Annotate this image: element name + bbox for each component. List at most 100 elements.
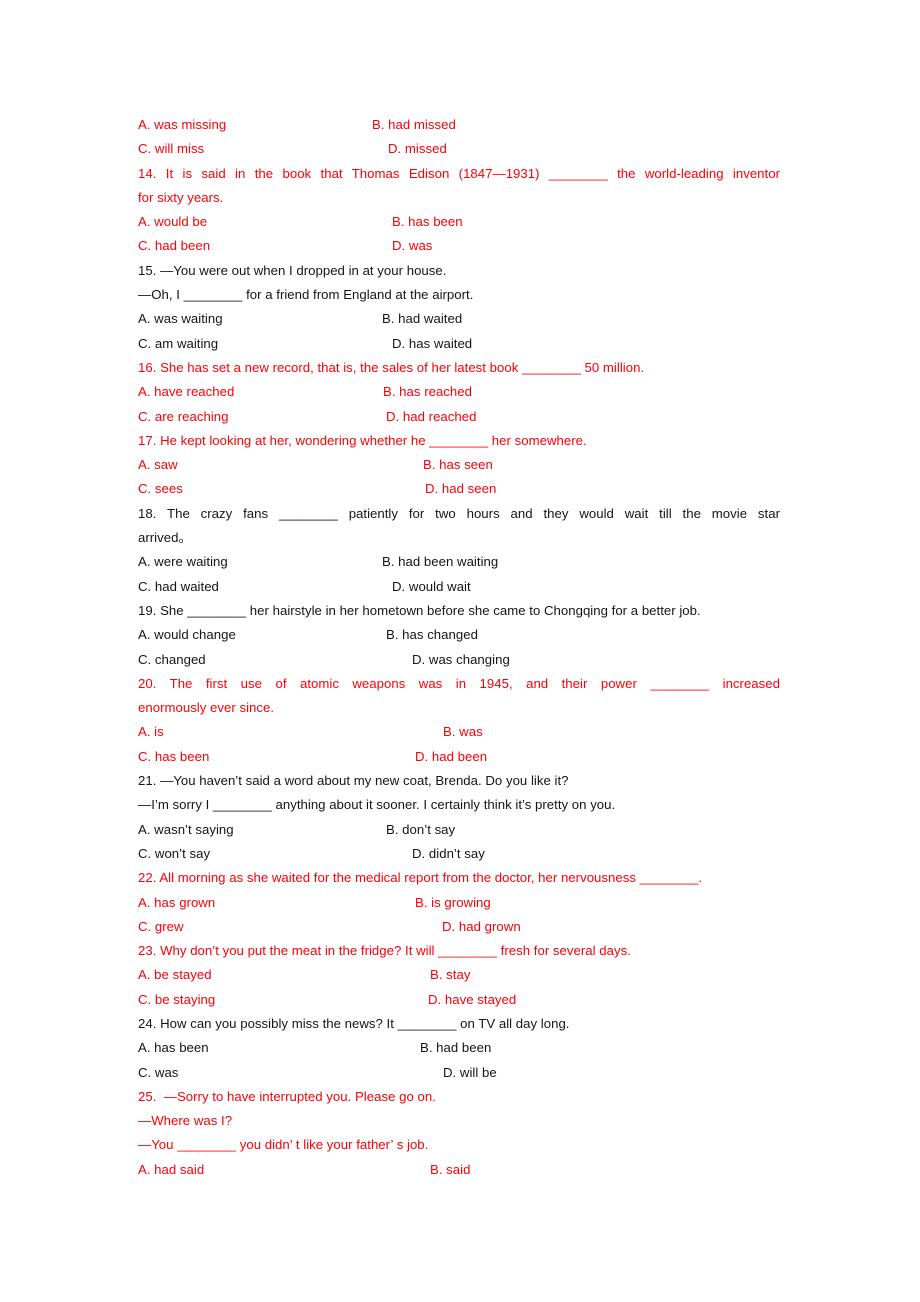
q21-opt-ab: A. wasn’t saying B. don’t say bbox=[138, 818, 780, 842]
q14-stem-2-text: for sixty years. bbox=[138, 189, 224, 205]
q25-opt-ab-left[interactable]: A. had said bbox=[138, 1158, 204, 1182]
q19-opt-cd-right[interactable]: D. was changing bbox=[412, 648, 510, 672]
q24-opt-ab-left[interactable]: A. has been bbox=[138, 1036, 209, 1060]
q23-opt-ab-right[interactable]: B. stay bbox=[430, 963, 470, 987]
q18-stem-1: 18. The crazy fans ________ patiently fo… bbox=[138, 502, 780, 526]
q13-opt-ac: A. was missing B. had missed bbox=[138, 113, 780, 137]
q18-stem-2-text: arrived。 bbox=[138, 530, 192, 546]
q23-stem-text: 23. Why don’t you put the meat in the fr… bbox=[138, 943, 631, 959]
q19-opt-cd: C. changed D. was changing bbox=[138, 648, 780, 672]
q22-stem-text: 22. All morning as she waited for the me… bbox=[138, 870, 703, 886]
q15-opt-cd: C. am waiting D. has waited bbox=[138, 332, 780, 356]
q13-opt-cd: C. will miss D. missed bbox=[138, 137, 780, 161]
q15-opt-ab: A. was waiting B. had waited bbox=[138, 307, 780, 331]
q13-opt-cd-left[interactable]: C. will miss bbox=[138, 137, 204, 161]
q22-opt-cd-right[interactable]: D. had grown bbox=[442, 915, 521, 939]
q16-opt-ab-right[interactable]: B. has reached bbox=[383, 380, 472, 404]
q21-opt-cd-right[interactable]: D. didn’t say bbox=[412, 842, 485, 866]
q25-stem-3-text: —You ________ you didn’ t like your fath… bbox=[138, 1137, 429, 1153]
q15-opt-ab-right[interactable]: B. had waited bbox=[382, 307, 462, 331]
q20-opt-ab-left[interactable]: A. is bbox=[138, 720, 164, 744]
q17-opt-cd: C. sees D. had seen bbox=[138, 477, 780, 501]
q24-stem: 24. How can you possibly miss the news? … bbox=[138, 1012, 780, 1036]
q20-stem-1-text: 20. The first use of atomic weapons was … bbox=[138, 675, 780, 691]
q21-stem-1: 21. —You haven’t said a word about my ne… bbox=[138, 769, 780, 793]
q21-stem-2-text: —I’m sorry I ________ anything about it … bbox=[138, 797, 616, 813]
q13-opt-ac-left[interactable]: A. was missing bbox=[138, 113, 226, 137]
q13-opt-ac-right[interactable]: B. had missed bbox=[372, 113, 456, 137]
q18-opt-cd-left[interactable]: C. had waited bbox=[138, 575, 219, 599]
q20-opt-ab-right[interactable]: B. was bbox=[443, 720, 483, 744]
q16-opt-cd-right[interactable]: D. had reached bbox=[386, 405, 476, 429]
q18-opt-ab: A. were waiting B. had been waiting bbox=[138, 550, 780, 574]
q22-opt-ab-right[interactable]: B. is growing bbox=[415, 891, 491, 915]
q24-opt-cd-right[interactable]: D. will be bbox=[443, 1061, 497, 1085]
q24-opt-ab-right[interactable]: B. had been bbox=[420, 1036, 491, 1060]
q14-opt-cd-right[interactable]: D. was bbox=[392, 234, 432, 258]
q18-stem-1-text: 18. The crazy fans ________ patiently fo… bbox=[138, 505, 780, 521]
q14-opt-ab-right[interactable]: B. has been bbox=[392, 210, 463, 234]
q18-opt-cd-right[interactable]: D. would wait bbox=[392, 575, 471, 599]
q14-opt-cd-left[interactable]: C. had been bbox=[138, 234, 210, 258]
q17-opt-ab: A. saw B. has seen bbox=[138, 453, 780, 477]
q14-stem-2: for sixty years. bbox=[138, 186, 780, 210]
q14-opt-ab-left[interactable]: A. would be bbox=[138, 210, 207, 234]
q15-opt-ab-left[interactable]: A. was waiting bbox=[138, 307, 223, 331]
q16-stem-text: 16. She has set a new record, that is, t… bbox=[138, 359, 645, 375]
q13-opt-cd-right[interactable]: D. missed bbox=[388, 137, 447, 161]
q25-opt-ab-right[interactable]: B. said bbox=[430, 1158, 470, 1182]
q20-opt-ab: A. is B. was bbox=[138, 720, 780, 744]
q16-opt-ab-left[interactable]: A. have reached bbox=[138, 380, 234, 404]
q25-stem-2: —Where was I? bbox=[138, 1109, 780, 1133]
q16-opt-cd-left[interactable]: C. are reaching bbox=[138, 405, 228, 429]
q23-opt-cd-right[interactable]: D. have stayed bbox=[428, 988, 516, 1012]
q20-opt-cd-left[interactable]: C. has been bbox=[138, 745, 209, 769]
q22-opt-ab-left[interactable]: A. has grown bbox=[138, 891, 215, 915]
q24-opt-cd-left[interactable]: C. was bbox=[138, 1061, 178, 1085]
q23-opt-cd-left[interactable]: C. be staying bbox=[138, 988, 215, 1012]
q18-opt-ab-right[interactable]: B. had been waiting bbox=[382, 550, 498, 574]
q14-stem-1: 14. It is said in the book that Thomas E… bbox=[138, 162, 780, 186]
q22-stem: 22. All morning as she waited for the me… bbox=[138, 866, 780, 890]
q15-stem-1: 15. —You were out when I dropped in at y… bbox=[138, 259, 780, 283]
q20-stem-1: 20. The first use of atomic weapons was … bbox=[138, 672, 780, 696]
q23-opt-ab-left[interactable]: A. be stayed bbox=[138, 963, 212, 987]
q19-opt-ab-right[interactable]: B. has changed bbox=[386, 623, 478, 647]
q17-opt-cd-right[interactable]: D. had seen bbox=[425, 477, 496, 501]
q25-stem-1: 25. —Sorry to have interrupted you. Plea… bbox=[138, 1085, 780, 1109]
q22-opt-cd: C. grew D. had grown bbox=[138, 915, 780, 939]
q18-opt-cd: C. had waited D. would wait bbox=[138, 575, 780, 599]
q17-stem: 17. He kept looking at her, wondering wh… bbox=[138, 429, 780, 453]
q19-opt-cd-left[interactable]: C. changed bbox=[138, 648, 206, 672]
q20-stem-2-text: enormously ever since. bbox=[138, 700, 275, 716]
q23-stem: 23. Why don’t you put the meat in the fr… bbox=[138, 939, 780, 963]
q21-opt-ab-right[interactable]: B. don’t say bbox=[386, 818, 455, 842]
q17-opt-ab-right[interactable]: B. has seen bbox=[423, 453, 493, 477]
q21-opt-cd: C. won’t say D. didn’t say bbox=[138, 842, 780, 866]
q15-opt-cd-right[interactable]: D. has waited bbox=[392, 332, 472, 356]
q20-stem-2: enormously ever since. bbox=[138, 696, 780, 720]
q18-opt-ab-left[interactable]: A. were waiting bbox=[138, 550, 228, 574]
q19-stem: 19. She ________ her hairstyle in her ho… bbox=[138, 599, 780, 623]
q25-opt-ab: A. had said B. said bbox=[138, 1158, 780, 1182]
q23-opt-ab: A. be stayed B. stay bbox=[138, 963, 780, 987]
q21-opt-cd-left[interactable]: C. won’t say bbox=[138, 842, 210, 866]
q15-opt-cd-left[interactable]: C. am waiting bbox=[138, 332, 218, 356]
q24-opt-cd: C. was D. will be bbox=[138, 1061, 780, 1085]
q15-stem-2: —Oh, I ________ for a friend from Englan… bbox=[138, 283, 780, 307]
q18-stem-2: arrived。 bbox=[138, 526, 780, 550]
q17-opt-ab-left[interactable]: A. saw bbox=[138, 453, 178, 477]
q21-stem-2: —I’m sorry I ________ anything about it … bbox=[138, 793, 780, 817]
q17-opt-cd-left[interactable]: C. sees bbox=[138, 477, 183, 501]
q22-opt-cd-left[interactable]: C. grew bbox=[138, 915, 184, 939]
q16-opt-ab: A. have reached B. has reached bbox=[138, 380, 780, 404]
q24-opt-ab: A. has been B. had been bbox=[138, 1036, 780, 1060]
q20-opt-cd-right[interactable]: D. had been bbox=[415, 745, 487, 769]
q24-stem-text: 24. How can you possibly miss the news? … bbox=[138, 1015, 570, 1031]
q15-stem-2-text: —Oh, I ________ for a friend from Englan… bbox=[138, 287, 474, 303]
q21-opt-ab-left[interactable]: A. wasn’t saying bbox=[138, 818, 234, 842]
q15-stem-1-text: 15. —You were out when I dropped in at y… bbox=[138, 262, 447, 278]
q19-opt-ab-left[interactable]: A. would change bbox=[138, 623, 236, 647]
q16-opt-cd: C. are reaching D. had reached bbox=[138, 405, 780, 429]
q20-opt-cd: C. has been D. had been bbox=[138, 745, 780, 769]
